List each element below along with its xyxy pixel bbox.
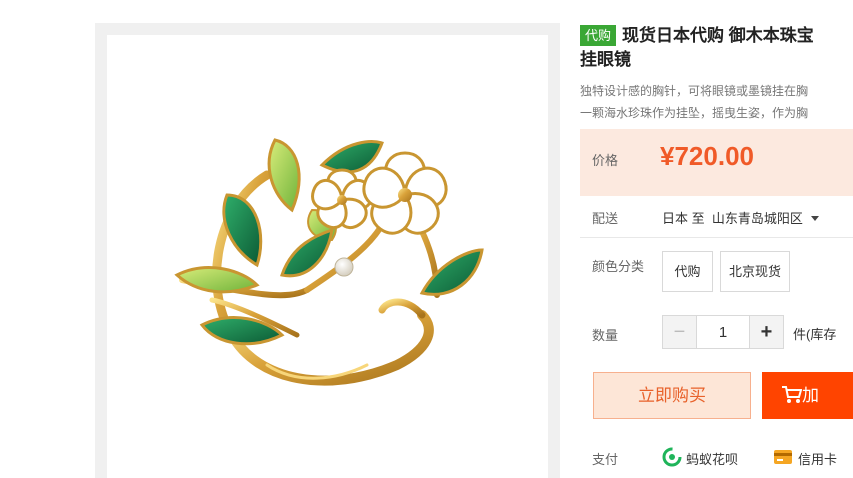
product-title-line1: 现货日本代购 御木本珠宝 — [622, 26, 814, 45]
payment-credit-card[interactable]: 信用卡 — [798, 449, 837, 468]
product-title: 代购 现货日本代购 御木本珠宝 — [580, 24, 853, 48]
add-to-cart-button[interactable]: 加 — [762, 372, 853, 419]
option-daigou[interactable]: 代购 — [662, 251, 713, 292]
credit-card-icon — [774, 450, 792, 464]
quantity-input[interactable] — [698, 316, 748, 348]
product-title-line2: 挂眼镜 — [580, 50, 631, 69]
divider — [580, 237, 853, 238]
huabei-icon — [662, 447, 682, 467]
ship-from: 日本 — [662, 211, 689, 226]
quantity-minus-button[interactable]: − — [663, 316, 697, 348]
stock-text: 件(库存 — [793, 327, 837, 342]
shipping-route: 日本 至 山东青岛城阳区 — [662, 208, 819, 227]
chevron-down-icon — [810, 216, 819, 221]
product-image[interactable] — [107, 35, 548, 478]
ship-to-word: 至 — [691, 211, 705, 226]
buy-now-button[interactable]: 立即购买 — [593, 372, 751, 419]
add-to-cart-label: 加 — [802, 386, 819, 405]
quantity-label: 数量 — [592, 328, 619, 343]
product-image-gallery — [95, 23, 560, 478]
shipping-label: 配送 — [592, 211, 619, 226]
product-image-frame — [107, 35, 548, 478]
color-category-label: 颜色分类 — [592, 259, 645, 274]
price-label: 价格 — [592, 153, 619, 168]
product-info-panel: 代购 现货日本代购 御木本珠宝 挂眼镜 独特设计感的胸针，可将眼镜或墨镜挂在胸 一… — [580, 0, 853, 478]
payment-huabei[interactable]: 蚂蚁花呗 — [686, 449, 738, 468]
price-box: 价格 ¥720.00 — [580, 129, 853, 196]
cart-icon — [782, 386, 802, 403]
proxy-purchase-tag: 代购 — [580, 25, 617, 46]
description-line2: 一颗海水珍珠作为挂坠，摇曳生姿，作为胸 — [580, 106, 809, 120]
payment-label: 支付 — [592, 452, 619, 467]
price-value: ¥720.00 — [660, 141, 754, 171]
quantity-plus-button[interactable]: + — [749, 316, 783, 348]
ship-destination-select[interactable]: 山东青岛城阳区 — [712, 211, 819, 226]
description-line1: 独特设计感的胸针，可将眼镜或墨镜挂在胸 — [580, 84, 809, 98]
quantity-stepper: − + — [662, 315, 784, 349]
option-beijing-stock[interactable]: 北京现货 — [720, 251, 790, 292]
ship-destination: 山东青岛城阳区 — [711, 211, 803, 226]
product-description: 独特设计感的胸针，可将眼镜或墨镜挂在胸 一颗海水珍珠作为挂坠，摇曳生姿，作为胸 — [580, 80, 853, 124]
